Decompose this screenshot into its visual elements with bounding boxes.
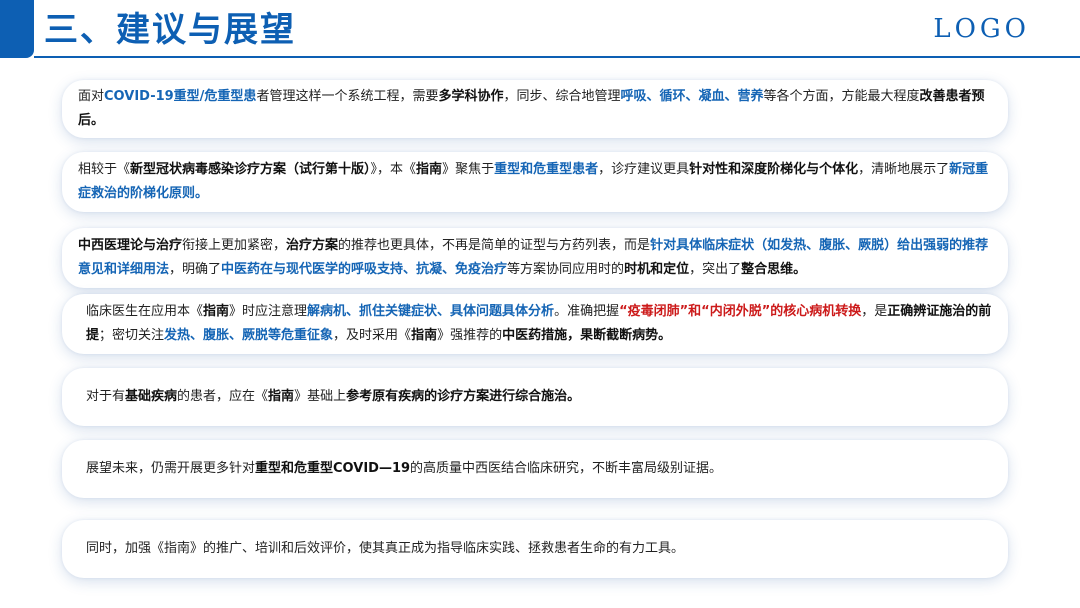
text-segment: 衔接上更加紧密， xyxy=(182,238,287,253)
text-segment: 中医药在与现代医学的呼吸支持、抗凝、免疫治疗 xyxy=(221,262,508,277)
card-text: 临床医生在应用本《指南》时应注意理解病机、抓住关键症状、具体问题具体分析。准确把… xyxy=(86,300,992,348)
text-segment: 临床医生在应用本《 xyxy=(86,304,204,319)
recommendation-card-6: 展望未来，仍需开展更多针对重型和危重型COVID—19的高质量中西医结合临床研究… xyxy=(62,440,1008,498)
text-segment: 基础疾病 xyxy=(125,389,178,404)
card-text: 相较于《新型冠状病毒感染诊疗方案（试行第十版）》，本《指南》聚焦于重型和危重型患… xyxy=(78,158,992,206)
text-segment: 的患者，应在《 xyxy=(177,389,269,404)
text-segment: 治疗方案 xyxy=(286,238,339,253)
text-segment: 对于有 xyxy=(86,389,126,404)
text-segment: 》基础上 xyxy=(294,389,347,404)
text-segment: 者管理这样一个系统工程，需要 xyxy=(256,89,439,104)
recommendation-card-3: 中西医理论与治疗衔接上更加紧密，治疗方案的推荐也更具体，不再是简单的证型与方药列… xyxy=(62,228,1008,288)
text-segment: 指南 xyxy=(268,389,295,404)
text-segment: 的推荐也更具体，不再是简单的证型与方药列表，而是 xyxy=(338,238,651,253)
recommendation-card-1: 面对COVID-19重型/危重型患者管理这样一个系统工程，需要多学科协作，同步、… xyxy=(62,80,1008,138)
text-segment: 指南 xyxy=(416,162,443,177)
text-segment: 新型冠状病毒感染诊疗方案（试行第十版） xyxy=(130,162,371,177)
text-segment: ，诊疗建议更具 xyxy=(598,162,690,177)
text-segment: 指南 xyxy=(203,304,230,319)
text-segment: ，及时采用《 xyxy=(333,328,412,343)
text-segment: 。准确把握 xyxy=(554,304,620,319)
text-segment: 重型和危重型COVID—19 xyxy=(255,461,411,476)
text-segment: 中西医理论与治疗 xyxy=(78,238,183,253)
text-segment: ，清晰地展示了 xyxy=(858,162,950,177)
card-text: 同时，加强《指南》的推广、培训和后效评价，使其真正成为指导临床实践、拯救患者生命… xyxy=(86,537,684,561)
card-text: 对于有基础疾病的患者，应在《指南》基础上参考原有疾病的诊疗方案进行综合施治。 xyxy=(86,385,580,409)
recommendation-card-2: 相较于《新型冠状病毒感染诊疗方案（试行第十版）》，本《指南》聚焦于重型和危重型患… xyxy=(62,152,1008,212)
text-segment: 呼吸、循环、凝血、营养 xyxy=(620,89,764,104)
logo: LOGO xyxy=(933,14,1030,44)
text-segment: 整合思维。 xyxy=(741,262,807,277)
text-segment: 展望未来，仍需开展更多针对 xyxy=(86,461,256,476)
text-segment: 解病机、抓住关键症状、具体问题具体分析 xyxy=(307,304,555,319)
text-segment: 相较于《 xyxy=(78,162,131,177)
text-segment: 》聚焦于 xyxy=(442,162,495,177)
text-segment: COVID-19重型/危重型患 xyxy=(104,89,257,104)
title-accent-bar xyxy=(0,0,34,58)
text-segment: 针对性和深度阶梯化与个体化 xyxy=(689,162,859,177)
recommendation-card-4: 临床医生在应用本《指南》时应注意理解病机、抓住关键症状、具体问题具体分析。准确把… xyxy=(62,294,1008,354)
card-text: 面对COVID-19重型/危重型患者管理这样一个系统工程，需要多学科协作，同步、… xyxy=(78,85,992,133)
page-title: 三、建议与展望 xyxy=(44,10,296,50)
text-segment: 参考原有疾病的诊疗方案进行综合施治。 xyxy=(346,389,581,404)
text-segment: ，突出了 xyxy=(689,262,742,277)
text-segment: 发热、腹胀、厥脱等危重征象 xyxy=(164,328,334,343)
card-text: 中西医理论与治疗衔接上更加紧密，治疗方案的推荐也更具体，不再是简单的证型与方药列… xyxy=(78,234,992,282)
text-segment: ，同步、综合地管理 xyxy=(503,89,621,104)
text-segment: 》时应注意理 xyxy=(229,304,308,319)
recommendation-card-7: 同时，加强《指南》的推广、培训和后效评价，使其真正成为指导临床实践、拯救患者生命… xyxy=(62,520,1008,578)
text-segment: 等各个方面，方能最大程度 xyxy=(763,89,920,104)
card-text: 展望未来，仍需开展更多针对重型和危重型COVID—19的高质量中西医结合临床研究… xyxy=(86,457,722,481)
text-segment: ，是 xyxy=(861,304,888,319)
text-segment: 等方案协同应用时的 xyxy=(507,262,625,277)
text-segment: “疫毒闭肺”和“内闭外脱”的核心病机转换 xyxy=(619,304,862,319)
text-segment: ，明确了 xyxy=(169,262,222,277)
text-segment: 》强推荐的 xyxy=(437,328,503,343)
text-segment: 面对 xyxy=(78,89,105,104)
title-divider xyxy=(34,56,1080,58)
text-segment: 》，本《 xyxy=(370,162,417,177)
text-segment: 时机和定位 xyxy=(624,262,690,277)
text-segment: 指南 xyxy=(411,328,438,343)
text-segment: 同时，加强《指南》的推广、培训和后效评价，使其真正成为指导临床实践、拯救患者生命… xyxy=(86,541,685,556)
text-segment: 多学科协作 xyxy=(438,89,504,104)
recommendation-card-5: 对于有基础疾病的患者，应在《指南》基础上参考原有疾病的诊疗方案进行综合施治。 xyxy=(62,368,1008,426)
text-segment: ；密切关注 xyxy=(99,328,165,343)
text-segment: 中医药措施，果断截断病势。 xyxy=(502,328,672,343)
text-segment: 的高质量中西医结合临床研究，不断丰富局级别证据。 xyxy=(410,461,723,476)
text-segment: 重型和危重型患者 xyxy=(494,162,599,177)
